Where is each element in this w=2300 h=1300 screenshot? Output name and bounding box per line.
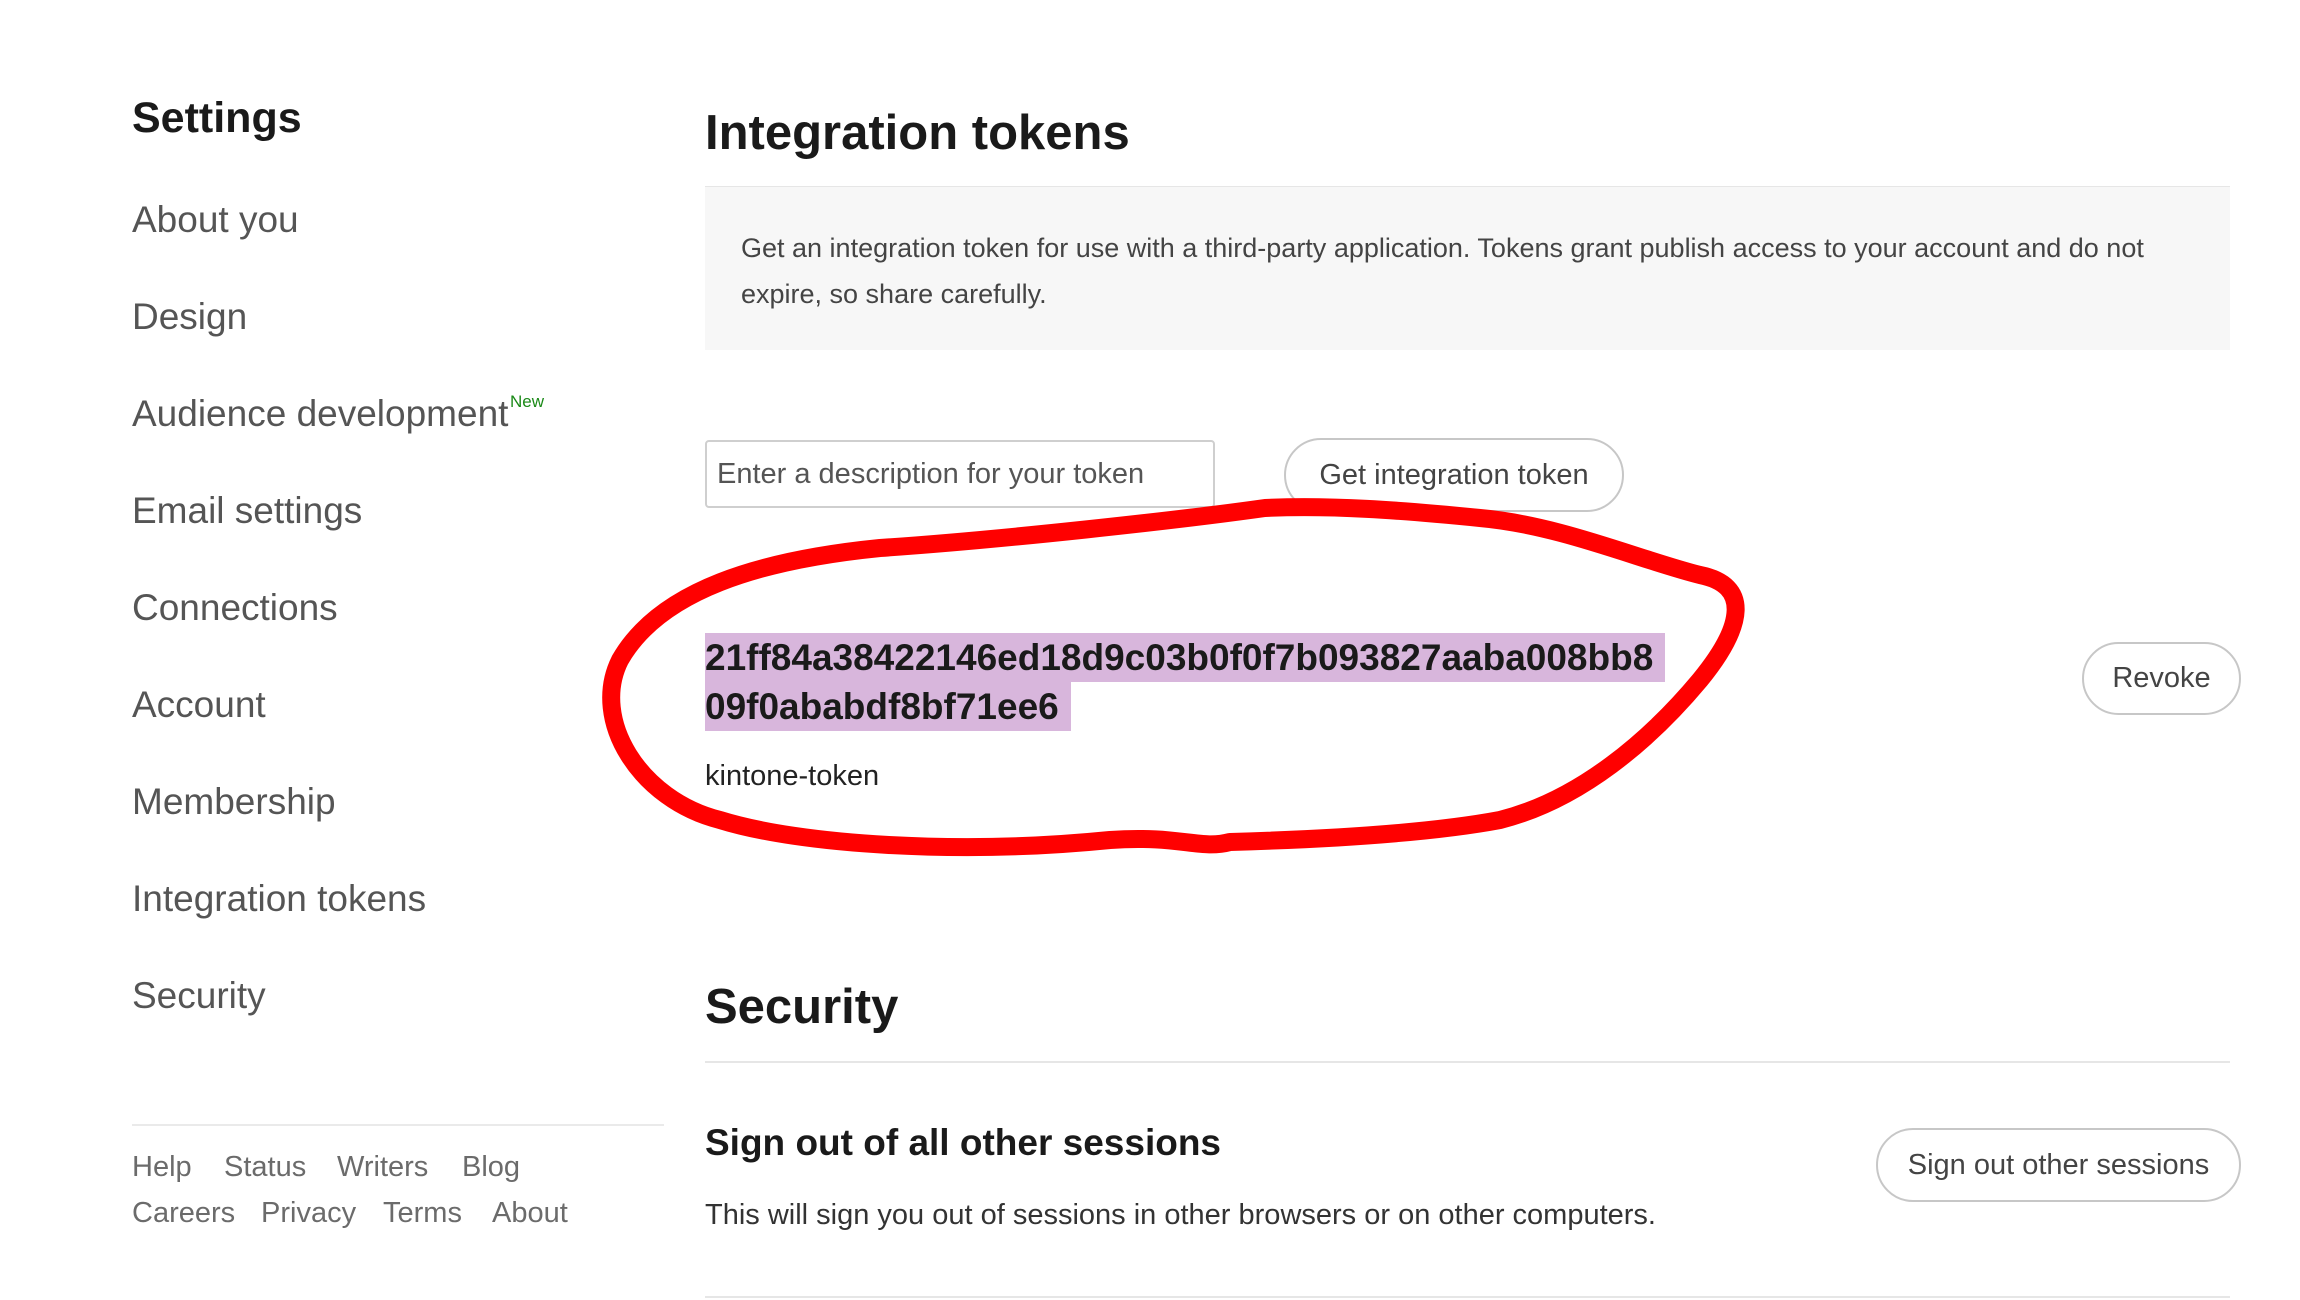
footer-link-careers[interactable]: Careers (132, 1196, 235, 1230)
token-name: kintone-token (705, 760, 880, 792)
footer-link-blog[interactable]: Blog (462, 1150, 520, 1184)
footer-link-help[interactable]: Help (132, 1150, 192, 1184)
token-line-2: 09f0ababdf8bf71ee6 (705, 682, 1071, 731)
settings-title: Settings (132, 94, 302, 142)
sidebar-item-integration-tokens[interactable]: Integration tokens (132, 877, 426, 921)
security-heading: Security (705, 980, 899, 1034)
info-box: Get an integration token for use with a … (705, 187, 2230, 350)
new-badge: New (510, 392, 545, 411)
bottom-divider (705, 1296, 2230, 1298)
sign-out-heading: Sign out of all other sessions (705, 1122, 1222, 1163)
footer-link-terms[interactable]: Terms (383, 1196, 462, 1230)
footer-link-status[interactable]: Status (224, 1150, 306, 1184)
token-value: 21ff84a38422146ed18d9c03b0f0f7b093827aab… (705, 633, 1666, 731)
footer-link-about[interactable]: About (492, 1196, 568, 1230)
integration-tokens-heading: Integration tokens (705, 106, 1130, 160)
sidebar-item-account[interactable]: Account (132, 683, 266, 727)
sign-out-other-sessions-button[interactable]: Sign out other sessions (1876, 1128, 2241, 1202)
sidebar-item-audience-development[interactable]: Audience development (132, 392, 508, 436)
security-divider (705, 1061, 2230, 1063)
sidebar-item-design[interactable]: Design (132, 295, 247, 339)
sidebar-item-security[interactable]: Security (132, 974, 266, 1018)
info-text: Get an integration token for use with a … (741, 233, 2144, 309)
footer-link-writers[interactable]: Writers (337, 1150, 428, 1184)
token-line-1: 21ff84a38422146ed18d9c03b0f0f7b093827aab… (705, 633, 1666, 682)
footer-link-privacy[interactable]: Privacy (261, 1196, 356, 1230)
token-description-input[interactable] (705, 440, 1215, 508)
sidebar-divider (132, 1124, 664, 1126)
sidebar-item-email-settings[interactable]: Email settings (132, 489, 362, 533)
revoke-button[interactable]: Revoke (2082, 642, 2241, 715)
sign-out-description: This will sign you out of sessions in ot… (705, 1199, 1656, 1231)
sidebar-item-about-you[interactable]: About you (132, 198, 299, 242)
get-integration-token-button[interactable]: Get integration token (1284, 438, 1624, 512)
sidebar-item-membership[interactable]: Membership (132, 780, 336, 824)
sidebar-item-connections[interactable]: Connections (132, 586, 338, 630)
